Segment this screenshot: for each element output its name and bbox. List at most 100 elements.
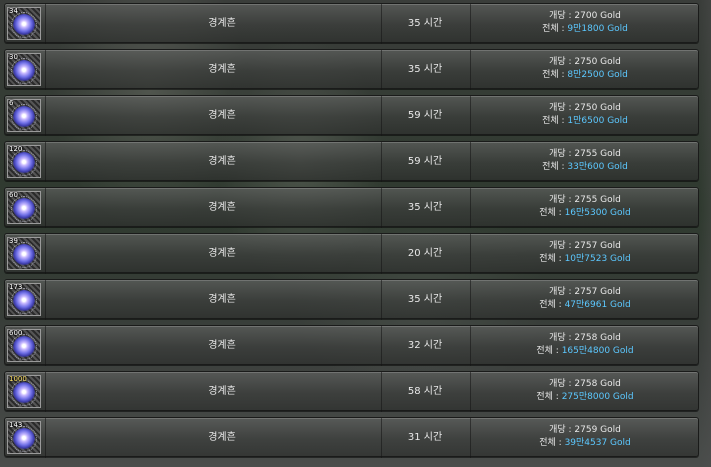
item-name: 경계흔 [208,64,236,75]
column-divider [470,280,471,320]
column-divider [45,280,46,320]
total-price-label: 전체 : [542,162,568,172]
total-price-value: 165만4800 Gold [561,346,634,356]
column-divider [470,96,471,136]
remaining-time: 31 시간 [407,432,443,443]
item-slot[interactable]: 30 [7,53,41,86]
total-price-value: 33만600 Gold [567,162,628,172]
item-slot[interactable]: 600 [7,329,41,362]
item-slot[interactable]: 34 [7,7,41,40]
unit-price-label: 개당 : [549,57,575,67]
total-price-label: 전체 : [539,438,565,448]
item-slot[interactable]: 173 [7,283,41,316]
item-slot[interactable]: 60 [7,191,41,224]
item-name: 경계흔 [208,340,236,351]
unit-price-value: 2757 Gold [574,287,621,297]
item-quantity: 120 [9,145,23,153]
column-divider [470,326,471,366]
remaining-time: 32 시간 [407,340,443,351]
column-divider [381,50,382,90]
item-quantity: 34 [9,7,18,15]
item-name: 경계흔 [208,18,236,29]
total-price-label: 전체 : [542,116,568,126]
column-divider [381,280,382,320]
column-divider [381,234,382,274]
soul-gem-icon [11,242,37,268]
column-divider [45,96,46,136]
column-divider [470,418,471,458]
total-price-line: 전체 : 275만8000 Gold [485,391,685,404]
listing-row[interactable]: 1000 경계흔 58 시간 개당 : 2758 Gold 전체 : 275만8… [4,371,699,412]
listing-row[interactable]: 120 경계흔 59 시간 개당 : 2755 Gold 전체 : 33만600… [4,141,699,182]
listing-row[interactable]: 600 경계흔 32 시간 개당 : 2758 Gold 전체 : 165만48… [4,325,699,366]
listing-row[interactable]: 34 경계흔 35 시간 개당 : 2700 Gold 전체 : 9만1800 … [4,3,699,44]
item-name: 경계흔 [208,386,236,397]
item-quantity: 143 [9,421,23,429]
column-divider [381,96,382,136]
unit-price-label: 개당 : [549,195,575,205]
unit-price-line: 개당 : 2750 Gold [485,102,685,115]
column-divider [381,142,382,182]
total-price-label: 전체 : [539,254,565,264]
item-slot[interactable]: 1000 [7,375,41,408]
unit-price-line: 개당 : 2757 Gold [485,286,685,299]
column-divider [470,4,471,44]
listing-row[interactable]: 173 경계흔 35 시간 개당 : 2757 Gold 전체 : 47만696… [4,279,699,320]
total-price-line: 전체 : 165만4800 Gold [485,345,685,358]
price-block: 개당 : 2757 Gold 전체 : 47만6961 Gold [485,286,685,312]
remaining-time: 58 시간 [407,386,443,397]
soul-gem-icon [11,334,37,360]
total-price-line: 전체 : 47만6961 Gold [485,299,685,312]
total-price-line: 전체 : 33만600 Gold [485,161,685,174]
column-divider [381,326,382,366]
unit-price-label: 개당 : [549,379,575,389]
unit-price-value: 2759 Gold [574,425,621,435]
total-price-label: 전체 : [536,346,562,356]
total-price-value: 1만6500 Gold [567,116,628,126]
listing-row[interactable]: 39 경계흔 20 시간 개당 : 2757 Gold 전체 : 10만7523… [4,233,699,274]
unit-price-label: 개당 : [549,241,575,251]
unit-price-label: 개당 : [549,149,575,159]
item-name: 경계흔 [208,156,236,167]
unit-price-value: 2758 Gold [574,333,621,343]
listing-row[interactable]: 6 경계흔 59 시간 개당 : 2750 Gold 전체 : 1만6500 G… [4,95,699,136]
price-block: 개당 : 2757 Gold 전체 : 10만7523 Gold [485,240,685,266]
item-slot[interactable]: 120 [7,145,41,178]
total-price-value: 47만6961 Gold [564,300,631,310]
unit-price-value: 2758 Gold [574,379,621,389]
soul-gem-icon [11,150,37,176]
listing-row[interactable]: 143 경계흔 31 시간 개당 : 2759 Gold 전체 : 39만453… [4,417,699,458]
item-slot[interactable]: 143 [7,421,41,454]
unit-price-value: 2757 Gold [574,241,621,251]
unit-price-value: 2700 Gold [574,11,621,21]
column-divider [470,372,471,412]
item-name: 경계흔 [208,202,236,213]
soul-gem-icon [11,380,37,406]
unit-price-line: 개당 : 2759 Gold [485,424,685,437]
soul-gem-icon [11,104,37,130]
total-price-label: 전체 : [542,24,568,34]
column-divider [45,326,46,366]
soul-gem-icon [11,12,37,38]
item-name: 경계흔 [208,432,236,443]
item-slot[interactable]: 6 [7,99,41,132]
total-price-line: 전체 : 39만4537 Gold [485,437,685,450]
listing-row[interactable]: 30 경계흔 35 시간 개당 : 2750 Gold 전체 : 8만2500 … [4,49,699,90]
item-slot[interactable]: 39 [7,237,41,270]
price-block: 개당 : 2700 Gold 전체 : 9만1800 Gold [485,10,685,36]
column-divider [470,142,471,182]
listing-row[interactable]: 60 경계흔 35 시간 개당 : 2755 Gold 전체 : 16만5300… [4,187,699,228]
item-quantity: 173 [9,283,23,291]
price-block: 개당 : 2758 Gold 전체 : 275만8000 Gold [485,378,685,404]
unit-price-line: 개당 : 2700 Gold [485,10,685,23]
total-price-line: 전체 : 9만1800 Gold [485,23,685,36]
total-price-line: 전체 : 16만5300 Gold [485,207,685,220]
item-name: 경계흔 [208,248,236,259]
total-price-label: 전체 : [539,208,565,218]
column-divider [45,418,46,458]
unit-price-value: 2750 Gold [574,57,621,67]
item-quantity: 600 [9,329,23,337]
unit-price-label: 개당 : [549,333,575,343]
total-price-value: 39만4537 Gold [564,438,631,448]
total-price-line: 전체 : 10만7523 Gold [485,253,685,266]
